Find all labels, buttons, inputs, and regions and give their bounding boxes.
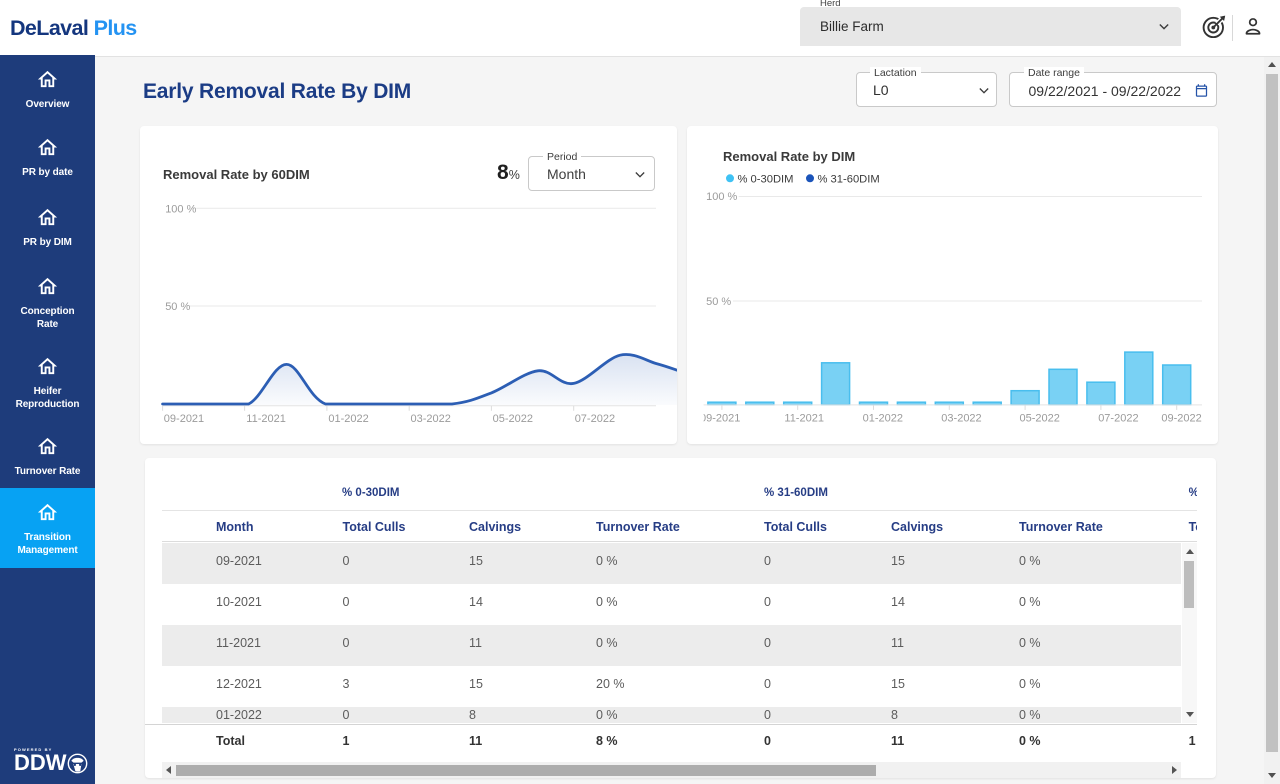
svg-text:01-2022: 01-2022 — [328, 413, 368, 425]
svg-text:05-2022: 05-2022 — [493, 413, 533, 425]
svg-text:09-2021: 09-2021 — [700, 412, 740, 424]
svg-text:100 %: 100 % — [706, 191, 737, 203]
svg-text:11-2021: 11-2021 — [246, 413, 286, 425]
svg-text:07-2022: 07-2022 — [1098, 412, 1138, 424]
svg-text:09-2021: 09-2021 — [164, 413, 204, 425]
svg-text:01-2022: 01-2022 — [863, 412, 903, 424]
svg-text:50 %: 50 % — [165, 301, 190, 313]
svg-text:% 31-60DIM: % 31-60DIM — [818, 174, 880, 186]
svg-text:05-2022: 05-2022 — [1020, 412, 1060, 424]
svg-text:07-2022: 07-2022 — [575, 413, 615, 425]
svg-text:03-2022: 03-2022 — [941, 412, 981, 424]
svg-text:% 0-30DIM: % 0-30DIM — [738, 174, 794, 186]
svg-text:03-2022: 03-2022 — [411, 413, 451, 425]
svg-text:11-2021: 11-2021 — [784, 412, 824, 424]
svg-text:50 %: 50 % — [706, 296, 731, 308]
svg-text:100 %: 100 % — [165, 203, 196, 215]
svg-text:09-2022: 09-2022 — [1161, 412, 1201, 424]
